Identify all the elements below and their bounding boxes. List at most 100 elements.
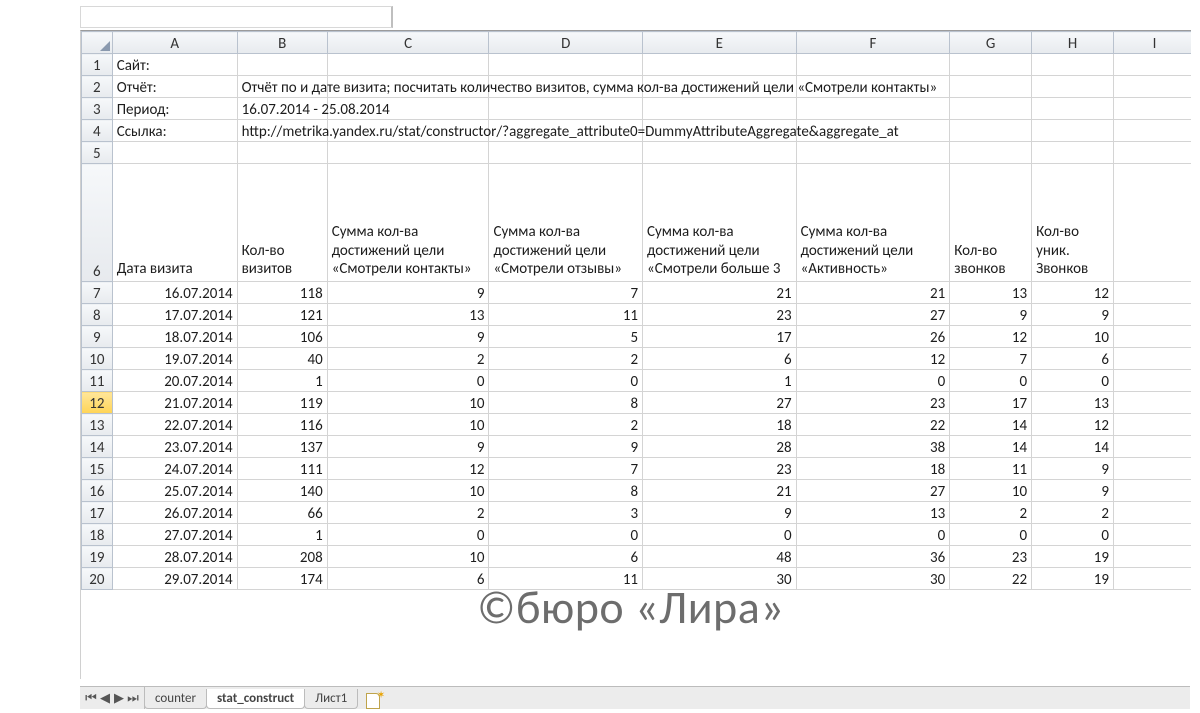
cell[interactable]: 9 xyxy=(1032,458,1114,480)
cell[interactable]: 0 xyxy=(1032,370,1114,392)
cell[interactable]: 0 xyxy=(950,370,1032,392)
cell[interactable]: 11 xyxy=(950,458,1032,480)
cell[interactable]: 28.07.2014 xyxy=(112,546,237,568)
cell[interactable] xyxy=(1114,76,1191,98)
cell[interactable]: 38 xyxy=(796,436,950,458)
cell[interactable]: 30 xyxy=(796,568,950,590)
cell[interactable]: 20.07.2014 xyxy=(112,370,237,392)
cell[interactable] xyxy=(1032,54,1114,76)
cell[interactable]: 1 xyxy=(643,370,797,392)
cell[interactable]: 12 xyxy=(950,326,1032,348)
cell[interactable]: 22 xyxy=(796,414,950,436)
cell[interactable]: 0 xyxy=(489,524,643,546)
sheet-tab[interactable]: counter xyxy=(144,689,207,709)
cell[interactable]: 6 xyxy=(643,348,797,370)
row-header[interactable]: 2 xyxy=(82,76,113,98)
column-header[interactable]: E xyxy=(643,32,797,54)
cell[interactable] xyxy=(1114,326,1191,348)
cell[interactable]: 9 xyxy=(950,304,1032,326)
cell[interactable]: 17.07.2014 xyxy=(112,304,237,326)
cell[interactable]: 2 xyxy=(489,414,643,436)
cell[interactable] xyxy=(796,98,950,120)
cell[interactable]: 6 xyxy=(327,568,489,590)
cell[interactable] xyxy=(327,142,489,164)
cell[interactable]: Кол-во визитов xyxy=(237,164,327,282)
row-header[interactable]: 3 xyxy=(82,98,113,120)
row-header[interactable]: 19 xyxy=(82,546,113,568)
cell[interactable]: 12 xyxy=(327,458,489,480)
cell[interactable]: 0 xyxy=(796,524,950,546)
cell[interactable] xyxy=(796,54,950,76)
cell[interactable] xyxy=(1032,120,1114,142)
cell[interactable]: 3 xyxy=(489,502,643,524)
cell[interactable]: 116 xyxy=(237,414,327,436)
column-header[interactable]: A xyxy=(112,32,237,54)
cell[interactable] xyxy=(1114,480,1191,502)
cell[interactable] xyxy=(643,142,797,164)
cell[interactable]: 36 xyxy=(796,546,950,568)
cell[interactable]: 0 xyxy=(1032,524,1114,546)
cell[interactable] xyxy=(489,54,643,76)
cell[interactable]: 1 xyxy=(237,370,327,392)
row-header[interactable]: 18 xyxy=(82,524,113,546)
nav-last-icon[interactable]: ⏭ xyxy=(126,691,140,706)
column-header[interactable]: F xyxy=(796,32,950,54)
cell[interactable] xyxy=(489,142,643,164)
cell[interactable]: 9 xyxy=(1032,480,1114,502)
cell[interactable] xyxy=(1114,414,1191,436)
cell[interactable]: 1 xyxy=(237,524,327,546)
cell[interactable]: 119 xyxy=(237,392,327,414)
cell[interactable]: 13 xyxy=(327,304,489,326)
cell[interactable]: 11 xyxy=(489,568,643,590)
cell[interactable]: 10 xyxy=(327,480,489,502)
cell[interactable]: 10 xyxy=(327,414,489,436)
cell[interactable] xyxy=(237,54,327,76)
cell[interactable]: 8 xyxy=(489,480,643,502)
row-header[interactable]: 8 xyxy=(82,304,113,326)
cell[interactable]: 27 xyxy=(643,392,797,414)
cell[interactable]: 21.07.2014 xyxy=(112,392,237,414)
cell[interactable] xyxy=(950,76,1032,98)
cell[interactable]: 9 xyxy=(327,282,489,304)
row-header[interactable]: 7 xyxy=(82,282,113,304)
cell[interactable] xyxy=(1114,98,1191,120)
cell[interactable]: 7 xyxy=(950,348,1032,370)
row-header[interactable]: 13 xyxy=(82,414,113,436)
cell[interactable]: 21 xyxy=(643,480,797,502)
cell[interactable] xyxy=(1114,370,1191,392)
row-header[interactable]: 20 xyxy=(82,568,113,590)
row-header[interactable]: 10 xyxy=(82,348,113,370)
cell[interactable]: 0 xyxy=(489,370,643,392)
cell[interactable] xyxy=(327,54,489,76)
cell[interactable]: Отчёт по и дате визита; посчитать количе… xyxy=(237,76,327,98)
cell[interactable] xyxy=(1114,304,1191,326)
cell[interactable]: 21 xyxy=(796,282,950,304)
cell[interactable]: 27 xyxy=(796,304,950,326)
cell[interactable]: 0 xyxy=(327,524,489,546)
cell[interactable]: 22.07.2014 xyxy=(112,414,237,436)
cell[interactable]: 23 xyxy=(643,458,797,480)
cell[interactable]: 174 xyxy=(237,568,327,590)
column-header[interactable]: I xyxy=(1114,32,1191,54)
cell[interactable] xyxy=(796,142,950,164)
cell[interactable] xyxy=(1114,546,1191,568)
cell[interactable]: 208 xyxy=(237,546,327,568)
nav-first-icon[interactable]: ⏮ xyxy=(84,691,98,706)
cell[interactable]: Сумма кол-ва достижений цели «Активность… xyxy=(796,164,950,282)
cell[interactable]: 9 xyxy=(489,436,643,458)
cell[interactable]: 9 xyxy=(327,436,489,458)
cell[interactable] xyxy=(1114,436,1191,458)
cell[interactable]: 10 xyxy=(327,546,489,568)
cell[interactable]: 23 xyxy=(796,392,950,414)
cell[interactable] xyxy=(1032,98,1114,120)
cell[interactable]: 7 xyxy=(489,282,643,304)
cell[interactable] xyxy=(237,142,327,164)
column-header[interactable]: C xyxy=(327,32,489,54)
row-header[interactable]: 16 xyxy=(82,480,113,502)
cell[interactable]: 25.07.2014 xyxy=(112,480,237,502)
cell[interactable] xyxy=(1114,392,1191,414)
cell[interactable] xyxy=(1114,54,1191,76)
cell[interactable]: 14 xyxy=(950,436,1032,458)
cell[interactable]: 18 xyxy=(643,414,797,436)
cell[interactable] xyxy=(1114,458,1191,480)
